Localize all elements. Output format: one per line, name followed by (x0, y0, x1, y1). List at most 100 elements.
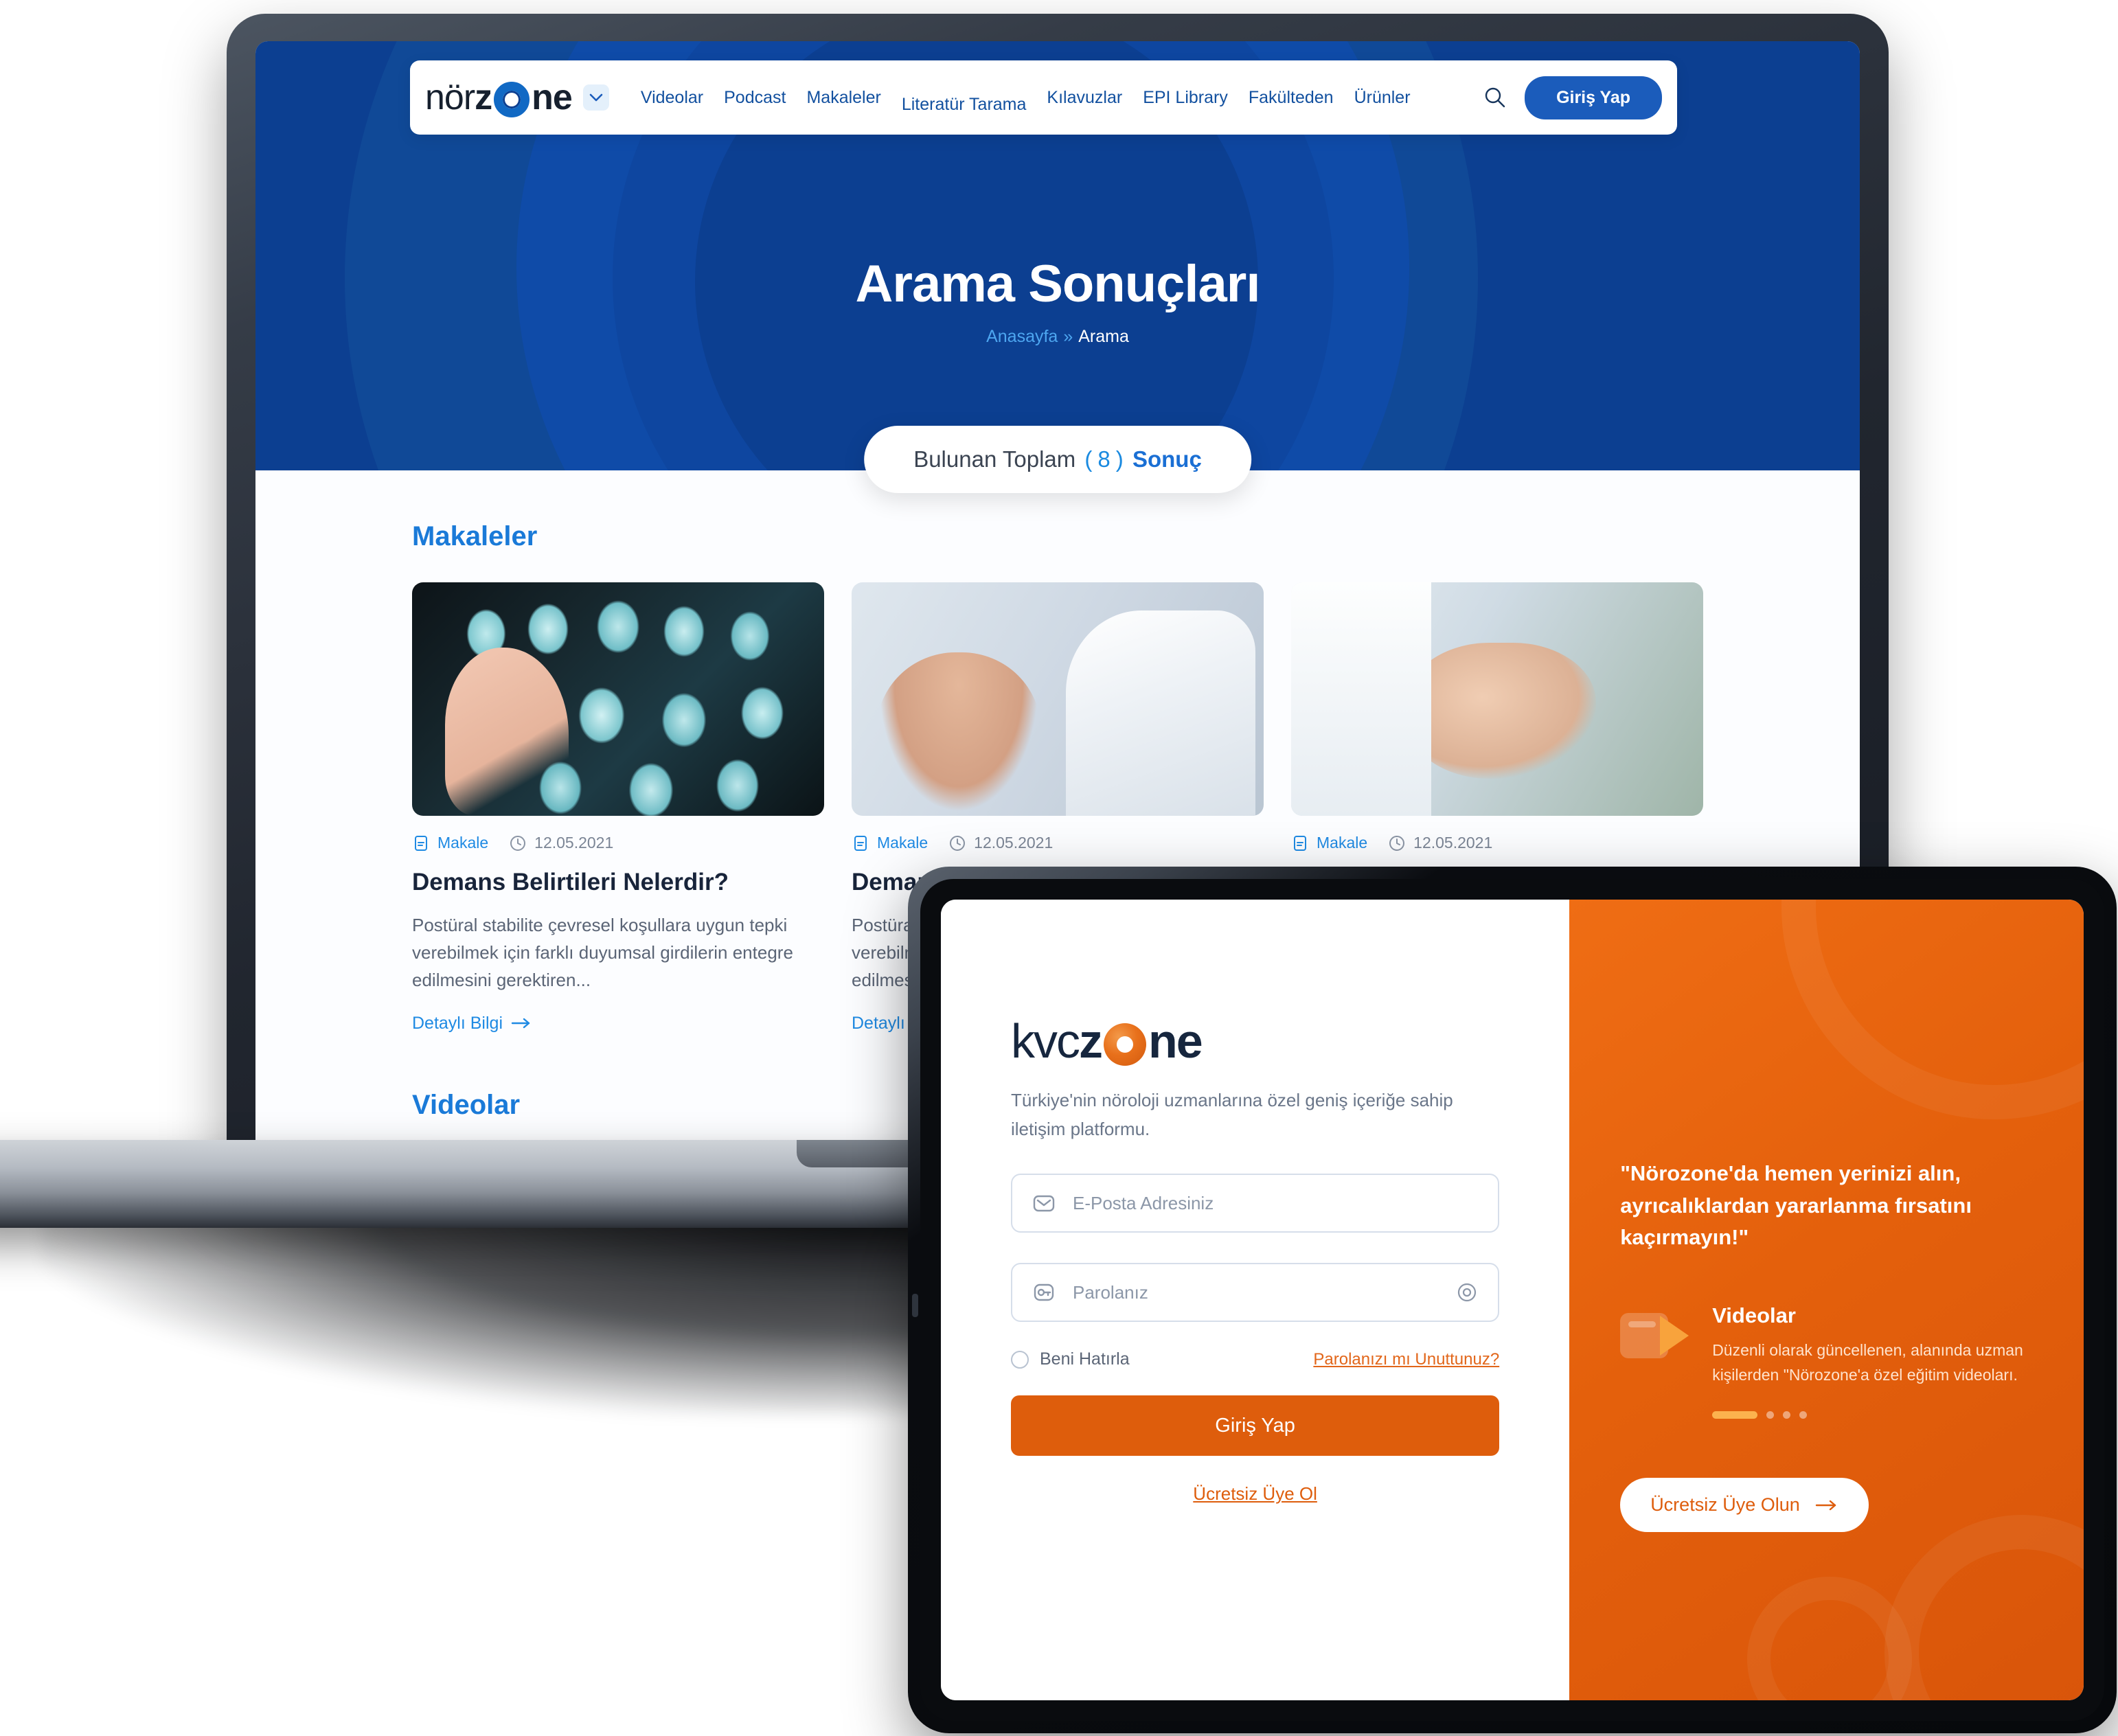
kvc-logo-part-z: z (1079, 1014, 1103, 1068)
carousel-dot-active[interactable] (1712, 1411, 1758, 1419)
carousel-dot[interactable] (1766, 1411, 1775, 1419)
nav-item-fakulteden[interactable]: Fakülteden (1249, 88, 1334, 108)
nav-item-epi-library[interactable]: EPI Library (1143, 88, 1228, 108)
nav-item-videolar[interactable]: Videolar (641, 88, 703, 108)
article-thumbnail (1291, 582, 1703, 816)
count-prefix: Bulunan Toplam (913, 446, 1076, 472)
document-icon (1294, 835, 1306, 851)
platform-tagline: Türkiye'nin nöroloji uzmanlarına özel ge… (1011, 1090, 1453, 1139)
article-type-label: Makale (437, 834, 489, 852)
remember-me-label: Beni Hatırla (1040, 1349, 1130, 1369)
count-suffix: Sonuç (1132, 446, 1202, 472)
norozone-logo[interactable]: nör z ne (425, 77, 609, 118)
mockup-stage: nör z ne Videolar Podcast Makaleler Litera… (0, 0, 2118, 1736)
nav-item-podcast[interactable]: Podcast (724, 88, 786, 108)
logo-wordmark: nör z ne (425, 77, 573, 118)
article-meta: Makale 12.05.2021 (412, 834, 824, 852)
main-navbar: nör z ne Videolar Podcast Makaleler Litera… (410, 60, 1677, 135)
result-count-badge: Bulunan Toplam (8) Sonuç (864, 426, 1251, 493)
kvczone-logo[interactable]: kvc z ne (1011, 1014, 1499, 1069)
promo-panel: "Nörozone'da hemen yerinizi alın, ayrıca… (1569, 900, 2084, 1700)
promo-decor-arc-3 (1746, 1577, 1912, 1700)
nav-actions: Giriş Yap (1483, 76, 1662, 119)
free-signup-link[interactable]: Ücretsiz Üye Ol (1011, 1483, 1499, 1505)
logo-circle-o (494, 82, 530, 117)
article-date: 12.05.2021 (948, 834, 1053, 852)
clock-icon (1389, 835, 1405, 851)
article-detail-label: Detaylı Bilgi (412, 1013, 503, 1033)
video-play-icon (1620, 1309, 1689, 1364)
promo-feature: Videolar Düzenli olarak güncellenen, ala… (1620, 1303, 2033, 1419)
tablet-side-button[interactable] (912, 1294, 918, 1317)
article-meta: Makale 12.05.2021 (852, 834, 1264, 852)
promo-feature-text: Videolar Düzenli olarak güncellenen, ala… (1712, 1303, 2033, 1419)
promo-quote: "Nörozone'da hemen yerinizi alın, ayrıca… (1620, 1161, 1972, 1249)
article-date-label: 12.05.2021 (534, 834, 614, 852)
clock-icon (950, 835, 966, 851)
article-card[interactable]: Makale 12.05.2021 Demans Belirtileri Nel… (412, 582, 824, 1033)
article-date: 12.05.2021 (1388, 834, 1492, 852)
section-title-makaleler: Makaleler (412, 521, 538, 551)
nav-item-makaleler[interactable]: Makaleler (806, 88, 880, 108)
email-field[interactable]: E-Posta Adresiniz (1011, 1174, 1500, 1233)
remember-me-checkbox[interactable]: Beni Hatırla (1011, 1349, 1130, 1369)
promo-decor-arc-2 (1884, 1515, 2084, 1700)
search-icon[interactable] (1483, 86, 1507, 109)
promo-decor-arc-1 (1781, 900, 2084, 1119)
promo-feature-description: Düzenli olarak güncellenen, alanında uzm… (1712, 1340, 2023, 1384)
carousel-dot[interactable] (1783, 1411, 1791, 1419)
tablet-screen: kvc z ne Türkiye'nin nöroloji uzmanlarına … (941, 900, 2084, 1700)
clock-icon (510, 835, 526, 851)
article-type-label: Makale (877, 834, 929, 852)
kvc-logo-part-kvc: kvc (1011, 1014, 1080, 1068)
arrow-right-icon (1815, 1500, 1836, 1510)
arrow-right-icon (511, 1018, 530, 1029)
kvc-logo-circle-o (1104, 1023, 1146, 1066)
promo-signup-button[interactable]: Ücretsiz Üye Olun (1620, 1478, 1869, 1533)
envelope-icon (1033, 1195, 1055, 1212)
breadcrumb-current: Arama (1078, 327, 1129, 346)
article-type: Makale (852, 834, 928, 852)
logo-part-ne: ne (532, 78, 573, 117)
breadcrumb-separator: » (1063, 327, 1073, 346)
article-date: 12.05.2021 (509, 834, 613, 852)
forgot-password-link[interactable]: Parolanızı mı Unuttunuz? (1313, 1350, 1499, 1369)
nav-item-literatur-tarama[interactable]: Literatür Tarama (902, 95, 1027, 115)
logo-part-z: z (475, 78, 492, 117)
nav-links: Videolar Podcast Makaleler Literatür Tar… (641, 88, 1411, 114)
article-detail-link[interactable]: Detaylı Bilgi (412, 1014, 532, 1033)
breadcrumb: Anasayfa » Arama (255, 327, 1860, 347)
count-number: 8 (1097, 446, 1111, 472)
tablet-device: kvc z ne Türkiye'nin nöroloji uzmanlarına … (908, 867, 2117, 1733)
nav-item-kilavuzlar[interactable]: Kılavuzlar (1047, 88, 1122, 108)
article-thumbnail (852, 582, 1264, 816)
chevron-down-icon[interactable] (582, 84, 609, 111)
carousel-dot[interactable] (1799, 1411, 1808, 1419)
logo-part-noer: nör (425, 78, 475, 117)
hero-section: nör z ne Videolar Podcast Makaleler Litera… (255, 41, 1860, 470)
count-paren-open: ( (1084, 446, 1093, 472)
document-icon (854, 835, 867, 851)
article-title[interactable]: Demans Belirtileri Nelerdir? (412, 867, 824, 898)
nav-login-button[interactable]: Giriş Yap (1525, 76, 1662, 119)
promo-signup-label: Ücretsiz Üye Olun (1650, 1494, 1800, 1516)
kvc-logo-part-ne: ne (1148, 1014, 1203, 1068)
article-date-label: 12.05.2021 (1413, 834, 1493, 852)
nav-item-urunler[interactable]: Ürünler (1354, 88, 1411, 108)
promo-feature-title: Videolar (1712, 1303, 1796, 1327)
password-field[interactable]: Parolanız (1011, 1263, 1500, 1323)
radio-icon (1011, 1350, 1029, 1369)
article-thumbnail (412, 582, 824, 816)
login-options-row: Beni Hatırla Parolanızı mı Unuttunuz? (1011, 1349, 1499, 1369)
page-title: Arama Sonuçları (855, 255, 1261, 313)
login-panel: kvc z ne Türkiye'nin nöroloji uzmanlarına … (941, 900, 1570, 1700)
count-paren-close: ) (1115, 446, 1124, 472)
article-meta: Makale 12.05.2021 (1291, 834, 1703, 852)
login-submit-button[interactable]: Giriş Yap (1011, 1395, 1500, 1457)
article-date-label: 12.05.2021 (974, 834, 1054, 852)
article-type-label: Makale (1317, 834, 1368, 852)
carousel-dots[interactable] (1712, 1411, 2033, 1419)
key-icon (1034, 1283, 1054, 1301)
breadcrumb-home[interactable]: Anasayfa (986, 327, 1058, 346)
password-placeholder: Parolanız (1073, 1281, 1148, 1303)
